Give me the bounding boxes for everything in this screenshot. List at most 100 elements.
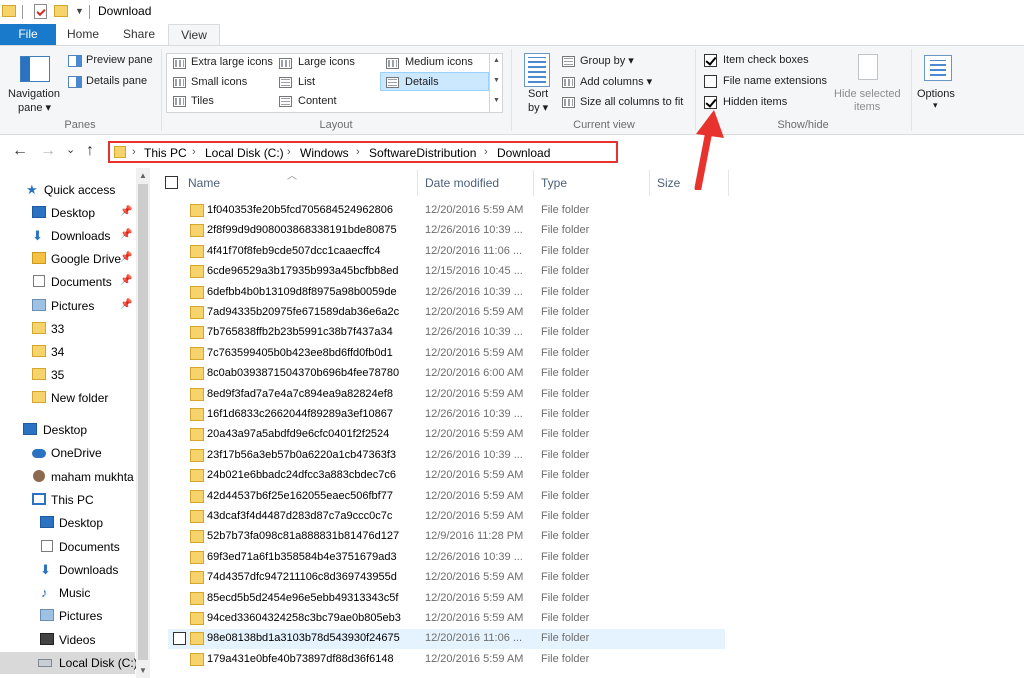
table-row[interactable]: 4f41f70f8feb9cde507dcc1caaecffc4 12/20/20… xyxy=(168,242,725,262)
breadcrumb-separator[interactable]: › xyxy=(356,146,360,158)
nav-item-quick-access[interactable]: ★ Quick access xyxy=(0,179,135,201)
pin-icon[interactable]: 📌 xyxy=(120,252,132,263)
group-by-button[interactable]: Group by ▾ xyxy=(580,54,634,67)
pin-icon[interactable]: 📌 xyxy=(120,206,132,217)
details-pane-button[interactable]: Details pane xyxy=(86,75,147,87)
nav-item-folder-34[interactable]: 34 xyxy=(0,341,135,363)
hide-selected-items-button-line2[interactable]: items xyxy=(854,101,880,113)
back-arrow-icon[interactable]: ← xyxy=(12,142,28,160)
nav-item-pc-desktop[interactable]: Desktop xyxy=(0,512,135,534)
tab-home[interactable]: Home xyxy=(56,24,110,45)
item-check-boxes-label[interactable]: Item check boxes xyxy=(723,54,809,66)
table-row[interactable]: 20a43a97a5abdfd9e6cfc0401f2f2524 12/20/20… xyxy=(168,425,725,445)
layout-extra-large-icons[interactable]: Extra large icons xyxy=(191,56,273,68)
breadcrumb-local-disk[interactable]: Local Disk (C:) xyxy=(205,146,284,160)
navigation-pane-button-line2[interactable]: pane ▾ xyxy=(18,101,51,114)
table-row[interactable]: 74d4357dfc947211106c8d369743955d 12/20/20… xyxy=(168,568,725,588)
address-bar[interactable]: › This PC › Local Disk (C:) › Windows › … xyxy=(108,141,618,163)
row-checkbox[interactable] xyxy=(173,632,186,646)
nav-item-folder-35[interactable]: 35 xyxy=(0,364,135,386)
breadcrumb-separator[interactable]: › xyxy=(192,146,196,158)
layout-list[interactable]: List xyxy=(298,76,315,88)
add-columns-button[interactable]: Add columns ▾ xyxy=(580,75,652,88)
table-row[interactable]: 6cde96529a3b17935b993a45bcfbb8ed 12/15/20… xyxy=(168,262,725,282)
recent-locations-icon[interactable]: ⌄ xyxy=(66,143,75,156)
new-folder-icon[interactable] xyxy=(54,5,68,17)
nav-item-new-folder[interactable]: New folder xyxy=(0,387,135,409)
table-row[interactable]: 85ecd5b5d2454e96e5ebb49313343c5f 12/20/20… xyxy=(168,589,725,609)
table-row[interactable]: 16f1d6833c2662044f89289a3ef10867 12/26/20… xyxy=(168,405,725,425)
table-row[interactable]: 98e08138bd1a3103b78d543930f24675 12/20/20… xyxy=(168,629,725,650)
breadcrumb-download[interactable]: Download xyxy=(497,146,550,160)
nav-item-pc-downloads[interactable]: ⬇ Downloads xyxy=(0,559,135,581)
breadcrumb-softwaredistribution[interactable]: SoftwareDistribution xyxy=(369,146,476,160)
tab-file[interactable]: File xyxy=(0,24,56,45)
table-row[interactable]: 6defbb4b0b13109d8f8975a98b0059de 12/26/20… xyxy=(168,283,725,303)
nav-item-user[interactable]: maham mukhta xyxy=(0,466,135,488)
chevron-down-icon[interactable]: ▾ xyxy=(933,100,938,111)
navigation-pane-button[interactable]: Navigation xyxy=(8,88,60,100)
nav-item-pictures[interactable]: Pictures 📌 xyxy=(0,295,135,317)
hidden-items-label[interactable]: Hidden items xyxy=(723,96,787,108)
nav-item-documents[interactable]: Documents 📌 xyxy=(0,271,135,293)
options-button[interactable]: Options xyxy=(917,88,955,100)
sort-by-button[interactable]: Sort xyxy=(528,88,548,100)
table-row[interactable]: 42d44537b6f25e162055eaec506fbf77 12/20/20… xyxy=(168,487,725,507)
layout-tiles[interactable]: Tiles xyxy=(191,95,214,107)
tab-view[interactable]: View xyxy=(168,24,220,46)
nav-item-google-drive[interactable]: Google Drive 📌 xyxy=(0,248,135,270)
layout-large-icons[interactable]: Large icons xyxy=(298,56,355,68)
chevron-down-icon[interactable]: ▼ xyxy=(139,666,147,675)
sort-by-icon[interactable] xyxy=(524,53,550,87)
nav-item-local-disk[interactable]: Local Disk (C:) xyxy=(0,652,138,674)
file-name-extensions-label[interactable]: File name extensions xyxy=(723,75,827,87)
options-icon[interactable] xyxy=(924,55,952,81)
table-row[interactable]: 179a431e0bfe40b73897df88d36f6148 12/20/20… xyxy=(168,650,725,670)
breadcrumb-separator[interactable]: › xyxy=(132,146,136,158)
hide-selected-items-button[interactable]: Hide selected xyxy=(834,88,901,100)
table-row[interactable]: 1f040353fe20b5fcd705684524962806 12/20/20… xyxy=(168,201,725,221)
size-all-columns-button[interactable]: Size all columns to fit xyxy=(580,96,683,108)
nav-item-pc-music[interactable]: ♪ Music xyxy=(0,582,135,604)
table-row[interactable]: 2f8f99d9d908003868338191bde80875 12/26/20… xyxy=(168,221,725,241)
layout-content[interactable]: Content xyxy=(298,95,337,107)
layout-gallery-scroll[interactable]: ▲ ▼ ▼ xyxy=(489,53,503,113)
breadcrumb-windows[interactable]: Windows xyxy=(300,146,349,160)
chevron-down-icon[interactable]: ▼ xyxy=(493,77,500,84)
divider[interactable] xyxy=(533,170,534,196)
select-all-checkbox[interactable] xyxy=(165,176,178,189)
layout-medium-icons[interactable]: Medium icons xyxy=(405,56,473,68)
item-check-boxes-checkbox[interactable] xyxy=(704,54,717,67)
column-header-date-modified[interactable]: Date modified xyxy=(425,176,499,190)
table-row[interactable]: 24b021e6bbadc24dfcc3a883cbdec7c6 12/20/20… xyxy=(168,466,725,486)
breadcrumb-this-pc[interactable]: This PC xyxy=(144,146,187,160)
column-header-name[interactable]: Name xyxy=(188,176,220,190)
nav-item-downloads[interactable]: ⬇ Downloads 📌 xyxy=(0,225,135,247)
chevron-up-icon[interactable]: ▲ xyxy=(493,57,500,64)
table-row[interactable]: 69f3ed71a6f1b358584b4e3751679ad3 12/26/20… xyxy=(168,548,725,568)
table-row[interactable]: 8c0ab0393871504370b696b4fee78780 12/20/20… xyxy=(168,364,725,384)
breadcrumb-separator[interactable]: › xyxy=(287,146,291,158)
nav-item-this-pc[interactable]: This PC xyxy=(0,489,135,511)
tab-share[interactable]: Share xyxy=(110,24,168,45)
table-row[interactable]: 7ad94335b20975fe671589dab36e6a2c 12/20/20… xyxy=(168,303,725,323)
forward-arrow-icon[interactable]: → xyxy=(40,142,56,160)
more-icon[interactable]: ▼ xyxy=(493,97,500,104)
navigation-pane-icon[interactable] xyxy=(20,56,50,82)
table-row[interactable]: 94ced33604324258c3bc79ae0b805eb3 12/20/20… xyxy=(168,609,725,629)
file-name-extensions-checkbox[interactable] xyxy=(704,75,717,88)
up-arrow-icon[interactable]: ↑ xyxy=(86,142,94,160)
divider[interactable] xyxy=(417,170,418,196)
table-row[interactable]: 7c763599405b0b423ee8bd6ffd0fb0d1 12/20/20… xyxy=(168,344,725,364)
table-row[interactable]: 52b7b73fa098c81a888831b81476d127 12/9/201… xyxy=(168,527,725,547)
navigation-pane-scrollbar[interactable]: ▲ ▼ xyxy=(136,168,150,678)
breadcrumb-separator[interactable]: › xyxy=(484,146,488,158)
chevron-up-icon[interactable]: ▲ xyxy=(139,171,147,180)
table-row[interactable]: 43dcaf3f4d4487d283d87c7a9ccc0c7c 12/20/20… xyxy=(168,507,725,527)
nav-item-pc-documents[interactable]: Documents xyxy=(0,536,135,558)
pin-icon[interactable]: 📌 xyxy=(120,299,132,310)
chevron-down-icon[interactable]: ▼ xyxy=(75,6,84,16)
scrollbar-thumb[interactable] xyxy=(138,184,148,660)
layout-small-icons[interactable]: Small icons xyxy=(191,76,247,88)
nav-item-pc-videos[interactable]: Videos xyxy=(0,629,135,651)
